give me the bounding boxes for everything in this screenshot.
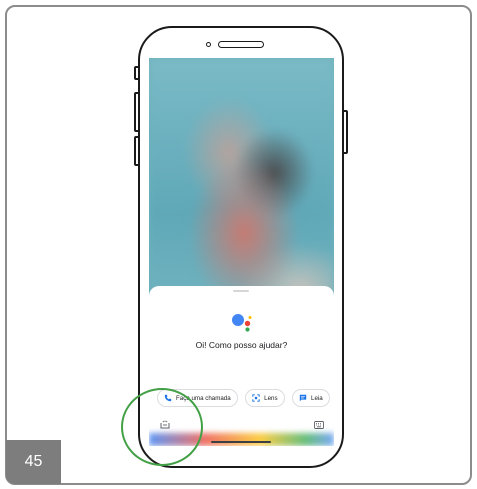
highlight-circle (121, 388, 203, 466)
sheet-drag-handle[interactable] (233, 290, 249, 292)
google-assistant-icon (232, 314, 252, 332)
earpiece-speaker (218, 41, 264, 48)
message-icon (299, 394, 307, 402)
power-button (342, 110, 348, 154)
assistant-greeting: Oi! Como posso ajudar? (195, 340, 288, 350)
suggestion-chip-read[interactable]: Leia (292, 389, 330, 407)
page-number-badge: 45 (6, 440, 61, 484)
home-gesture-bar[interactable] (211, 441, 271, 443)
suggestion-chip-lens[interactable]: Lens (245, 389, 285, 407)
page-number: 45 (24, 453, 43, 470)
volume-down-button (134, 136, 140, 166)
phone-side-button (134, 66, 140, 80)
lens-icon (252, 394, 260, 402)
volume-up-button (134, 92, 140, 132)
keyboard-icon[interactable] (314, 421, 324, 429)
phone-screen: Oi! Como posso ajudar? Faça uma chamada … (149, 58, 334, 446)
suggestion-chip-label: Leia (311, 394, 323, 402)
suggestion-chip-label: Lens (264, 394, 278, 402)
front-camera (206, 42, 211, 47)
